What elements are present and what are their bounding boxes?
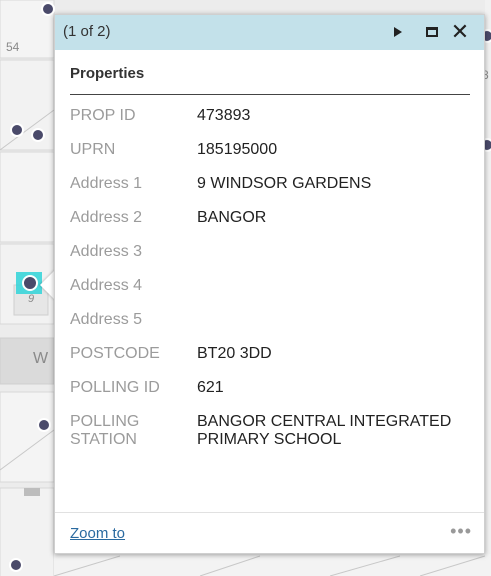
attribute-label: PROP ID [70, 107, 136, 124]
attribute-row: Address 3 [70, 243, 470, 277]
attribute-row: POLLING ID 621 [70, 379, 470, 413]
zoom-to-link[interactable]: Zoom to [70, 525, 125, 542]
popup-pointer [40, 270, 55, 300]
attribute-value [197, 277, 470, 311]
attribute-row: Address 4 [70, 277, 470, 311]
attribute-label: POLLING ID [70, 379, 160, 396]
attribute-value: 473893 [197, 107, 251, 124]
attribute-value: 621 [197, 379, 224, 396]
attribute-label: Address 2 [70, 209, 143, 226]
next-feature-button[interactable] [387, 20, 409, 44]
attribute-value: BANGOR CENTRAL INTEGRATED PRIMARY SCHOOL [197, 413, 452, 448]
attribute-table: PROP ID 473893 UPRN 185195000 Address 1 … [70, 107, 470, 485]
attribute-value: BANGOR [197, 209, 267, 226]
attribute-value: 185195000 [197, 141, 278, 158]
attribute-row: Address 1 9 WINDSOR GARDENS [70, 175, 470, 209]
attribute-row: Address 5 [70, 311, 470, 345]
attribute-label: Address 5 [70, 311, 143, 328]
maximize-icon [426, 27, 438, 37]
attribute-row: POSTCODE BT20 3DD [70, 345, 470, 379]
map-label-top: 54 [6, 40, 20, 54]
attribute-row: POLLING STATION BANGOR CENTRAL INTEGRATE… [70, 413, 470, 485]
attribute-label: POLLING STATION [70, 413, 140, 448]
attribute-label: Address 4 [70, 277, 143, 294]
attribute-label: POSTCODE [70, 345, 160, 362]
attribute-label: UPRN [70, 141, 116, 158]
more-actions-button[interactable]: ••• [450, 521, 472, 542]
popup-pager: (1 of 2) [63, 23, 111, 40]
selected-point-marker [22, 275, 38, 291]
attribute-value [197, 243, 470, 277]
popup-title: Properties [70, 65, 145, 82]
attribute-value: 9 WINDSOR GARDENS [197, 175, 372, 192]
close-icon: ✕ [450, 19, 470, 44]
map-label-selected: 9 [28, 293, 35, 305]
attribute-value [197, 311, 470, 345]
attribute-row: Address 2 BANGOR [70, 209, 470, 243]
attribute-label: Address 3 [70, 243, 143, 260]
attribute-row: PROP ID 473893 [70, 107, 470, 141]
feature-popup: (1 of 2) ✕ Properties PROP ID 473893 UPR… [54, 14, 485, 554]
maximize-button[interactable] [421, 20, 443, 44]
attribute-label: Address 1 [70, 175, 143, 192]
title-divider [70, 94, 470, 95]
close-button[interactable]: ✕ [449, 20, 471, 44]
popup-footer: Zoom to ••• [55, 512, 484, 554]
map-label-street: W [33, 350, 49, 367]
attribute-value: BT20 3DD [197, 345, 272, 362]
attribute-row: UPRN 185195000 [70, 141, 470, 175]
popup-header: (1 of 2) ✕ [55, 15, 484, 50]
play-icon [394, 27, 402, 37]
